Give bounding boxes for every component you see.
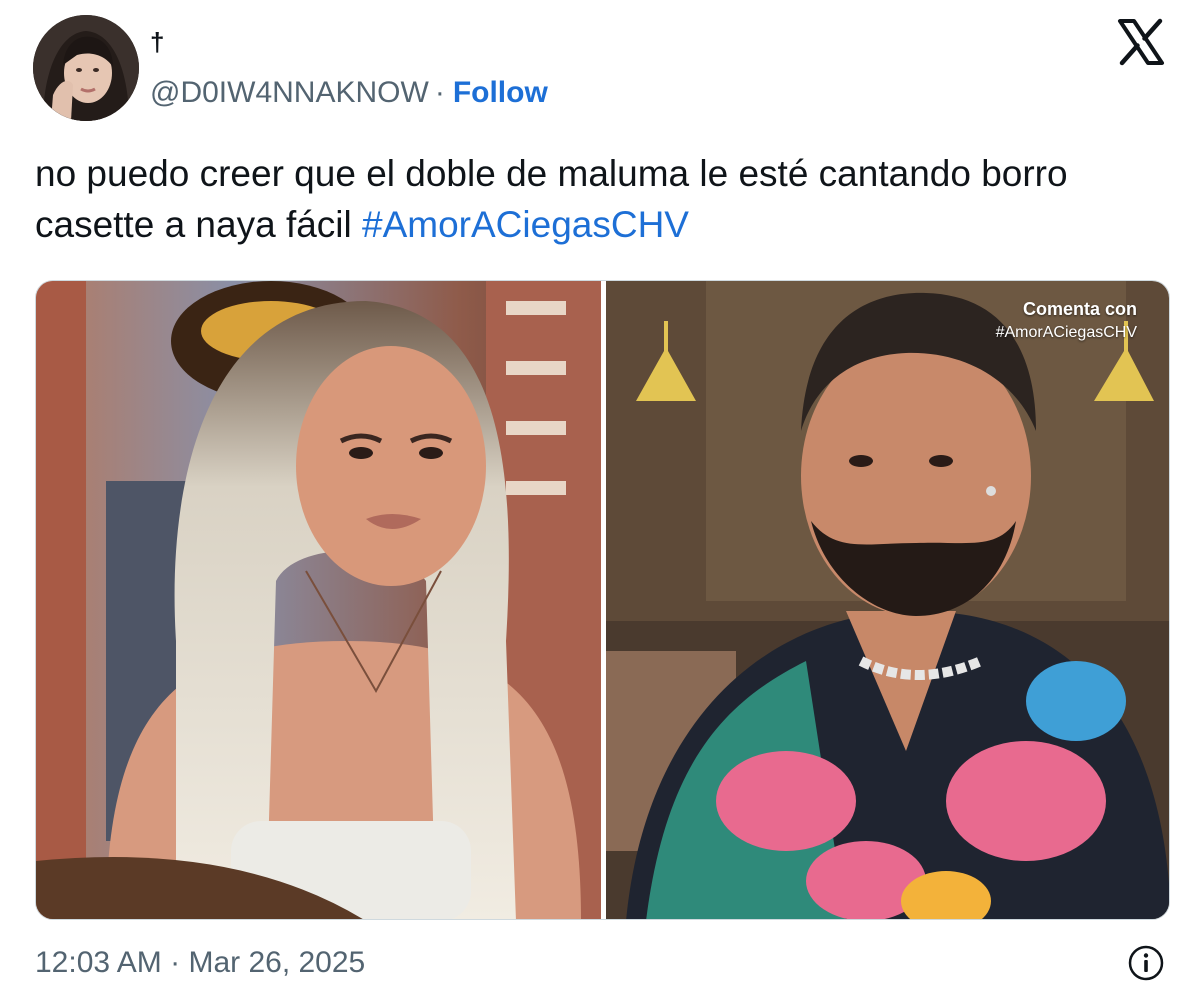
avatar[interactable] bbox=[33, 15, 139, 121]
separator-dot: · bbox=[170, 946, 181, 979]
media-photo-man[interactable]: Comenta con #AmorACiegasCHV bbox=[606, 281, 1169, 919]
overlay-line-1: Comenta con bbox=[1022, 299, 1137, 319]
separator-dot: · bbox=[434, 76, 445, 109]
tweet-media[interactable]: Comenta con #AmorACiegasCHV bbox=[35, 280, 1170, 920]
user-handle[interactable]: @D0IW4NNAKNOW bbox=[150, 76, 429, 109]
photo-woman bbox=[36, 281, 601, 919]
info-icon[interactable] bbox=[1127, 944, 1165, 982]
overlay-line-2: #AmorACiegasCHV bbox=[995, 324, 1137, 341]
broadcast-overlay: Comenta con #AmorACiegasCHV bbox=[996, 297, 1137, 345]
timestamp[interactable]: 12:03 AM · Mar 26, 2025 bbox=[35, 943, 365, 983]
x-logo-icon[interactable] bbox=[1117, 18, 1165, 66]
handle-row: @D0IW4NNAKNOW · Follow bbox=[150, 73, 548, 113]
display-name[interactable]: † bbox=[150, 27, 164, 58]
follow-button[interactable]: Follow bbox=[453, 76, 548, 109]
tweet-date: Mar 26, 2025 bbox=[188, 946, 366, 979]
tweet-time: 12:03 AM bbox=[35, 946, 162, 979]
hashtag-link[interactable]: #AmorACiegasCHV bbox=[362, 204, 689, 245]
photo-man bbox=[606, 281, 1169, 919]
media-photo-woman[interactable] bbox=[36, 281, 601, 919]
avatar-image bbox=[33, 15, 139, 121]
tweet-text: no puedo creer que el doble de maluma le… bbox=[35, 148, 1175, 250]
